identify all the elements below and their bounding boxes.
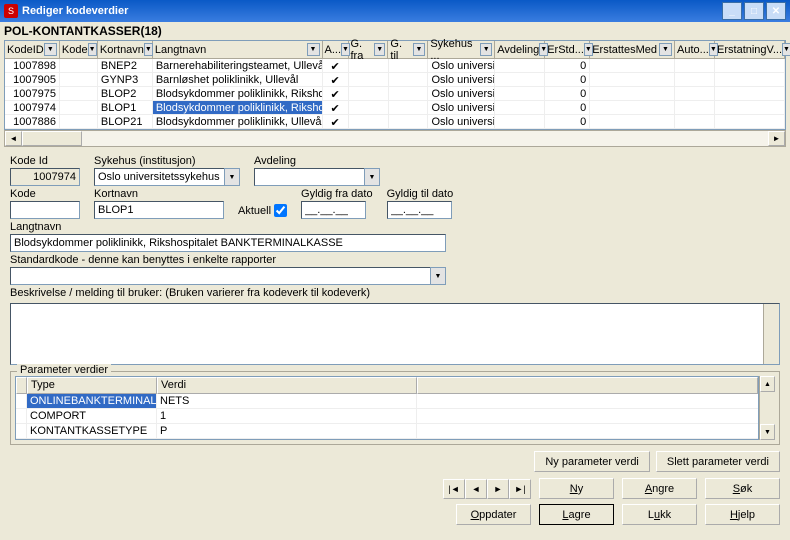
search-button[interactable]: Søk xyxy=(705,478,780,499)
close-button[interactable]: ✕ xyxy=(766,2,786,20)
chevron-down-icon[interactable]: ▼ xyxy=(659,43,672,56)
parameter-group-title: Parameter verdier xyxy=(17,364,111,376)
scroll-left-icon[interactable]: ◄ xyxy=(5,131,22,146)
chevron-down-icon[interactable]: ▼ xyxy=(480,43,492,56)
grid-header-cell[interactable]: Sykehus ...▼ xyxy=(428,41,495,58)
param-scrollbar-v[interactable]: ▲▼ xyxy=(759,376,775,440)
avdeling-label: Avdeling xyxy=(254,155,380,167)
grid-header-cell[interactable]: Kortnavn▼ xyxy=(98,41,153,58)
grid-header-cell[interactable]: ErstatningV...▼ xyxy=(715,41,785,58)
grid-header-cell[interactable]: KodeID▼ xyxy=(5,41,60,58)
grid-header-cell[interactable]: ErStd...▼ xyxy=(545,41,590,58)
gtil-label: Gyldig til dato xyxy=(387,188,454,200)
table-row[interactable]: 1007974BLOP1Blodsykdommer poliklinikk, R… xyxy=(5,101,785,115)
nav-last-button[interactable]: ►| xyxy=(509,479,531,499)
beskrivelse-textarea[interactable] xyxy=(10,303,780,365)
chevron-down-icon[interactable]: ▼ xyxy=(364,168,380,186)
nav-next-button[interactable]: ► xyxy=(487,479,509,499)
new-button[interactable]: Ny xyxy=(539,478,614,499)
param-header-verdi[interactable]: Verdi xyxy=(157,377,417,394)
kode-label: Kode xyxy=(10,188,80,200)
scroll-right-icon[interactable]: ► xyxy=(768,131,785,146)
chevron-down-icon[interactable]: ▼ xyxy=(44,43,57,56)
sykehus-label: Sykehus (institusjon) xyxy=(94,155,240,167)
stdkode-label: Standardkode - denne kan benyttes i enke… xyxy=(10,254,780,266)
stdkode-combo[interactable]: ▼ xyxy=(10,267,780,285)
param-header-type[interactable]: Type xyxy=(27,377,157,394)
chevron-down-icon[interactable]: ▼ xyxy=(430,267,446,285)
codes-grid[interactable]: KodeID▼Kode▼Kortnavn▼Langtnavn▼A...▼G. f… xyxy=(4,40,786,130)
gfra-field[interactable] xyxy=(301,201,366,219)
kode-field[interactable] xyxy=(10,201,80,219)
chevron-down-icon[interactable]: ▼ xyxy=(307,43,320,56)
chevron-down-icon[interactable]: ▼ xyxy=(374,43,385,56)
chevron-down-icon[interactable]: ▼ xyxy=(782,43,790,56)
grid-header-cell[interactable]: A...▼ xyxy=(323,41,349,58)
maximize-button[interactable]: □ xyxy=(744,2,764,20)
grid-header-cell[interactable]: G. til▼ xyxy=(388,41,428,58)
kortnavn-label: Kortnavn xyxy=(94,188,224,200)
grid-header-cell[interactable]: G. fra▼ xyxy=(349,41,389,58)
gfra-label: Gyldig fra dato xyxy=(301,188,373,200)
chevron-down-icon[interactable]: ▼ xyxy=(144,43,153,56)
app-icon: S xyxy=(4,4,18,18)
nav-first-button[interactable]: |◄ xyxy=(443,479,465,499)
grid-header-cell[interactable]: Langtnavn▼ xyxy=(153,41,323,58)
chevron-down-icon[interactable]: ▼ xyxy=(224,168,240,186)
parameter-group: Parameter verdier Type Verdi ONLINEBANKT… xyxy=(10,371,780,445)
table-row[interactable]: 1007975BLOP2Blodsykdommer poliklinikk, R… xyxy=(5,87,785,101)
aktuell-checkbox[interactable] xyxy=(274,204,287,217)
delete-param-button[interactable]: Slett parameter verdi xyxy=(656,451,780,472)
table-row[interactable]: 1007905GYNP3Barnløshet poliklinikk, Ulle… xyxy=(5,73,785,87)
chevron-down-icon[interactable]: ▼ xyxy=(88,43,97,56)
scrollbar-v[interactable] xyxy=(763,304,779,364)
avdeling-combo[interactable]: ▼ xyxy=(254,168,380,186)
undo-button[interactable]: Angre xyxy=(622,478,697,499)
grid-header-cell[interactable]: Avdeling▼ xyxy=(495,41,545,58)
new-param-button[interactable]: Ny parameter verdi xyxy=(534,451,650,472)
grid-scrollbar-h[interactable]: ◄ ► xyxy=(4,130,786,147)
nav-prev-button[interactable]: ◄ xyxy=(465,479,487,499)
langtnavn-label: Langtnavn xyxy=(10,221,780,233)
aktuell-label: Aktuell xyxy=(238,205,271,217)
grid-header-cell[interactable]: ErstattesMed▼ xyxy=(590,41,675,58)
table-row[interactable]: 1007886BLOP21Blodsykdommer poliklinikk, … xyxy=(5,115,785,129)
save-button[interactable]: Lagre xyxy=(539,504,614,525)
sykehus-combo[interactable]: ▼ xyxy=(94,168,240,186)
param-row[interactable]: KONTANTKASSETYPEP xyxy=(16,424,758,439)
kortnavn-field[interactable] xyxy=(94,201,224,219)
close-window-button[interactable]: Lukk xyxy=(622,504,697,525)
param-row[interactable]: COMPORT1 xyxy=(16,409,758,424)
scroll-thumb[interactable] xyxy=(22,131,82,146)
kodeid-label: Kode Id xyxy=(10,155,80,167)
kodeid-field xyxy=(10,168,80,186)
update-button[interactable]: Oppdater xyxy=(456,504,531,525)
beskrivelse-label: Beskrivelse / melding til bruker: (Bruke… xyxy=(10,287,370,299)
minimize-button[interactable]: _ xyxy=(722,2,742,20)
gtil-field[interactable] xyxy=(387,201,452,219)
grid-header-cell[interactable]: Auto...▼ xyxy=(675,41,715,58)
window-title: Rediger kodeverdier xyxy=(22,5,722,17)
record-nav: |◄ ◄ ► ►| xyxy=(443,479,531,499)
grid-header-cell[interactable]: Kode▼ xyxy=(60,41,98,58)
langtnavn-field[interactable] xyxy=(10,234,446,252)
param-row[interactable]: ONLINEBANKTERMINALNETS xyxy=(16,394,758,409)
help-button[interactable]: Hjelp xyxy=(705,504,780,525)
chevron-down-icon[interactable]: ▼ xyxy=(413,43,426,56)
parameter-grid[interactable]: Type Verdi ONLINEBANKTERMINALNETSCOMPORT… xyxy=(15,376,759,440)
titlebar: S Rediger kodeverdier _ □ ✕ xyxy=(0,0,790,22)
